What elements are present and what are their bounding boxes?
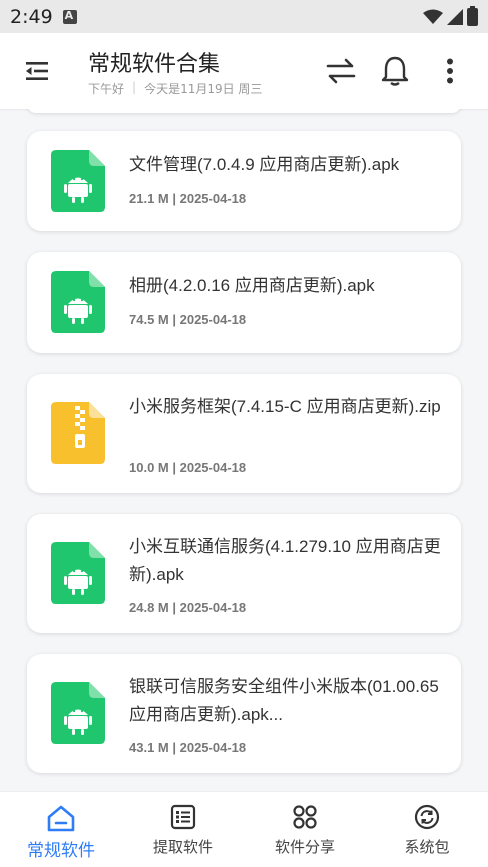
status-icons	[423, 5, 478, 26]
apk-android-icon	[51, 542, 105, 604]
list-icon	[170, 804, 196, 830]
more-vertical-icon	[447, 58, 453, 84]
file-name: 文件管理(7.0.4.9 应用商店更新).apk	[129, 155, 400, 174]
file-meta: 24.8 M | 2025-04-18	[129, 600, 247, 615]
greeting-text: 下午好	[88, 82, 125, 96]
battery-icon	[467, 5, 478, 26]
page-title: 常规软件合集	[88, 52, 221, 77]
file-name: 相册(4.2.0.16 应用商店更新).apk	[129, 276, 375, 295]
nav-label: 系统包	[404, 838, 450, 856]
file-name: 银联可信服务安全组件小米版本(01.00.65 应用商店更新).apk...	[129, 677, 439, 724]
menu-button[interactable]	[24, 59, 52, 83]
grid-icon	[293, 805, 317, 829]
bottom-nav: 常规软件 提取软件 软件分享 系统包	[0, 791, 488, 867]
apk-android-icon	[51, 150, 105, 212]
file-meta: 43.1 M | 2025-04-18	[129, 740, 247, 755]
swap-arrows-icon	[326, 58, 356, 84]
file-list: 文件管理(7.0.4.9 应用商店更新).apk 21.1 M | 2025-0…	[0, 109, 488, 791]
signal-icon	[447, 8, 463, 25]
status-bar: 2:49	[0, 0, 488, 33]
nav-label: 提取软件	[152, 838, 213, 856]
list-item[interactable]: 小米服务框架(7.4.15-C 应用商店更新).zip 10.0 M | 202…	[27, 374, 461, 493]
list-item[interactable]: 小米互联通信服务(4.1.279.10 应用商店更新).apk 24.8 M |…	[27, 514, 461, 633]
notification-icon	[62, 9, 77, 24]
file-meta: 74.5 M | 2025-04-18	[129, 312, 247, 327]
bell-icon	[381, 56, 409, 86]
header-subtitle: 下午好 | 今天是11月19日 周三	[88, 80, 262, 97]
apk-android-icon	[51, 271, 105, 333]
nav-item-regular-software[interactable]: 常规软件	[0, 792, 122, 867]
file-meta: 10.0 M | 2025-04-18	[129, 460, 247, 475]
file-meta: 21.1 M | 2025-04-18	[129, 191, 247, 206]
wifi-icon	[423, 9, 443, 24]
nav-label: 常规软件	[27, 841, 95, 861]
file-name: 小米服务框架(7.4.15-C 应用商店更新).zip	[129, 397, 441, 416]
apk-android-icon	[51, 682, 105, 744]
nav-item-system-package[interactable]: 系统包	[366, 792, 488, 867]
list-item-partial[interactable]	[27, 109, 461, 113]
list-item[interactable]: 银联可信服务安全组件小米版本(01.00.65 应用商店更新).apk... 4…	[27, 654, 461, 773]
date-text: 今天是11月19日 周三	[144, 82, 263, 96]
divider: |	[132, 80, 137, 94]
nav-item-software-share[interactable]: 软件分享	[244, 792, 366, 867]
status-time: 2:49	[10, 5, 53, 28]
file-name: 小米互联通信服务(4.1.279.10 应用商店更新).apk	[129, 537, 441, 584]
home-icon	[47, 805, 75, 832]
menu-collapse-icon	[26, 62, 48, 80]
sync-icon	[414, 804, 440, 830]
switch-button[interactable]	[325, 55, 357, 87]
more-options-button[interactable]	[434, 55, 466, 87]
notification-button[interactable]	[379, 55, 411, 87]
app-header: 常规软件合集 下午好 | 今天是11月19日 周三	[0, 33, 488, 109]
nav-label: 软件分享	[274, 838, 335, 856]
zip-archive-icon	[51, 402, 105, 464]
list-item[interactable]: 文件管理(7.0.4.9 应用商店更新).apk 21.1 M | 2025-0…	[27, 131, 461, 231]
list-item[interactable]: 相册(4.2.0.16 应用商店更新).apk 74.5 M | 2025-04…	[27, 252, 461, 353]
nav-item-extract-software[interactable]: 提取软件	[122, 792, 244, 867]
